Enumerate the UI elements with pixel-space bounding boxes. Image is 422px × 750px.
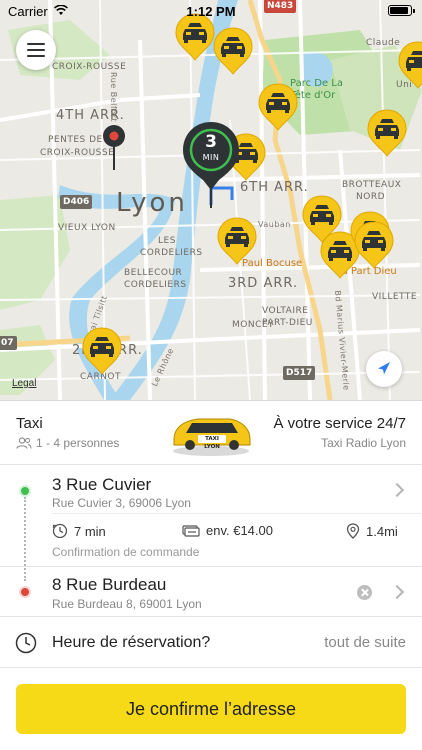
chevron-right-icon (389, 584, 405, 600)
service-capacity: 1 - 4 personnes (16, 436, 119, 452)
taxi-pin-icon[interactable] (398, 40, 422, 90)
money-icon (182, 524, 200, 537)
map-pin-icon (346, 523, 360, 539)
order-confirmation-note: Confirmation de commande (52, 545, 200, 559)
map-label-vieux-lyon: VIEUX LYON (58, 223, 116, 233)
dropoff-title: 8 Rue Burdeau (52, 575, 167, 594)
menu-icon-line (27, 49, 45, 51)
map-legal-link[interactable]: Legal (12, 378, 36, 389)
map-label-claude: Claude (366, 38, 401, 48)
trip-distance-value: 1.4mi (366, 523, 398, 539)
pickup-dot-icon (19, 485, 31, 497)
eta-value: 3 (205, 132, 217, 152)
trip-duration-value: 7 min (74, 523, 106, 539)
reservation-time-label: Heure de réservation? (52, 634, 211, 651)
map-label-brotteaux-2: NORD (356, 192, 385, 202)
pickup-title: 3 Rue Cuvier (52, 475, 152, 494)
map-label-les: LES (158, 236, 176, 246)
battery-level-fill (390, 7, 408, 14)
locate-me-button[interactable] (366, 351, 402, 387)
map-label-cordeliers: CORDELIERS (140, 248, 203, 258)
map-label-bellecour-2: CORDELIERS (124, 280, 187, 290)
eta-unit: MIN (202, 153, 220, 162)
dropoff-address: Rue Burdeau 8, 69001 Lyon (52, 597, 202, 611)
menu-button[interactable] (16, 30, 56, 70)
pickup-address: Rue Cuvier 3, 69006 Lyon (52, 496, 191, 510)
confirm-address-button[interactable]: Je confirme l’adresse (16, 684, 406, 734)
road-badge-d406: D406 (60, 195, 93, 209)
booking-sheet: Taxi 1 - 4 personnes TAXI LYON À votre s… (0, 400, 422, 750)
road-badge-07: 07 (0, 336, 17, 350)
destination-pin (102, 124, 126, 172)
service-company: Taxi Radio Lyon (321, 436, 406, 450)
map-label-city: Lyon (116, 188, 188, 218)
trip-price-value: env. €14.00 (206, 523, 273, 538)
trip-duration: 7 min (52, 523, 106, 539)
taxi-pin-icon[interactable] (82, 326, 122, 376)
menu-icon-line (27, 43, 45, 45)
taxi-pin-icon[interactable] (258, 82, 298, 132)
map-label-brotteaux: BROTTEAUX (342, 180, 402, 190)
service-name: Taxi (16, 415, 43, 432)
status-bar: Carrier 1:12 PM (0, 0, 422, 22)
map-label-part-dieu: PART-DIEU (262, 318, 313, 328)
clock-icon (52, 523, 68, 539)
reservation-time-row[interactable]: Heure de réservation? tout de suite (0, 618, 422, 668)
map-label-arr6: 6TH ARR. (240, 180, 309, 195)
status-time: 1:12 PM (186, 4, 236, 19)
chevron-right-icon (389, 482, 405, 498)
clock-icon (15, 632, 37, 654)
battery-icon (388, 5, 415, 16)
divider (52, 513, 422, 514)
road-badge-d517: D517 (283, 366, 316, 380)
clear-destination-icon[interactable] (357, 585, 372, 600)
trip-distance: 1.4mi (346, 523, 398, 539)
taxi-pin-icon[interactable] (213, 26, 253, 76)
taxi-pin-icon[interactable] (354, 220, 394, 270)
taxi-car-text: TAXI LYON (204, 436, 220, 450)
map-view[interactable]: CROIX-ROUSSE 4TH ARR. PENTES DE LA CROIX… (0, 0, 422, 400)
trip-price: env. €14.00 (182, 523, 273, 538)
service-row[interactable]: Taxi 1 - 4 personnes TAXI LYON À votre s… (0, 401, 422, 465)
map-label-voltaire: VOLTAIRE (262, 306, 309, 316)
location-arrow-icon (378, 362, 390, 375)
map-label-rue-belfort: Rue Belfort (109, 72, 118, 123)
taxi-pin-icon[interactable] (367, 108, 407, 158)
pickup-eta-pin[interactable]: 3 MIN (181, 120, 241, 210)
taxi-pin-icon[interactable] (217, 216, 257, 266)
reservation-time-value: tout de suite (324, 634, 406, 651)
map-label-bellecour: BELLECOUR (124, 268, 183, 278)
map-label-villette: VILLETTE (372, 292, 418, 302)
map-label-croix-rousse: CROIX-ROUSSE (52, 62, 127, 72)
menu-icon-line (27, 55, 45, 57)
dropoff-dot-icon (19, 586, 31, 598)
dropoff-address-row[interactable]: 8 Rue Burdeau Rue Burdeau 8, 69001 Lyon (0, 567, 422, 617)
map-label-vauban: Vauban (258, 220, 291, 229)
map-label-arr3: 3RD ARR. (228, 276, 299, 291)
pickup-address-row[interactable]: 3 Rue Cuvier Rue Cuvier 3, 69006 Lyon 7 … (0, 465, 422, 567)
service-slogan: À votre service 24/7 (273, 415, 406, 432)
people-icon (16, 437, 32, 452)
service-capacity-text: 1 - 4 personnes (36, 436, 120, 450)
taxi-car-image: TAXI LYON (168, 409, 254, 457)
